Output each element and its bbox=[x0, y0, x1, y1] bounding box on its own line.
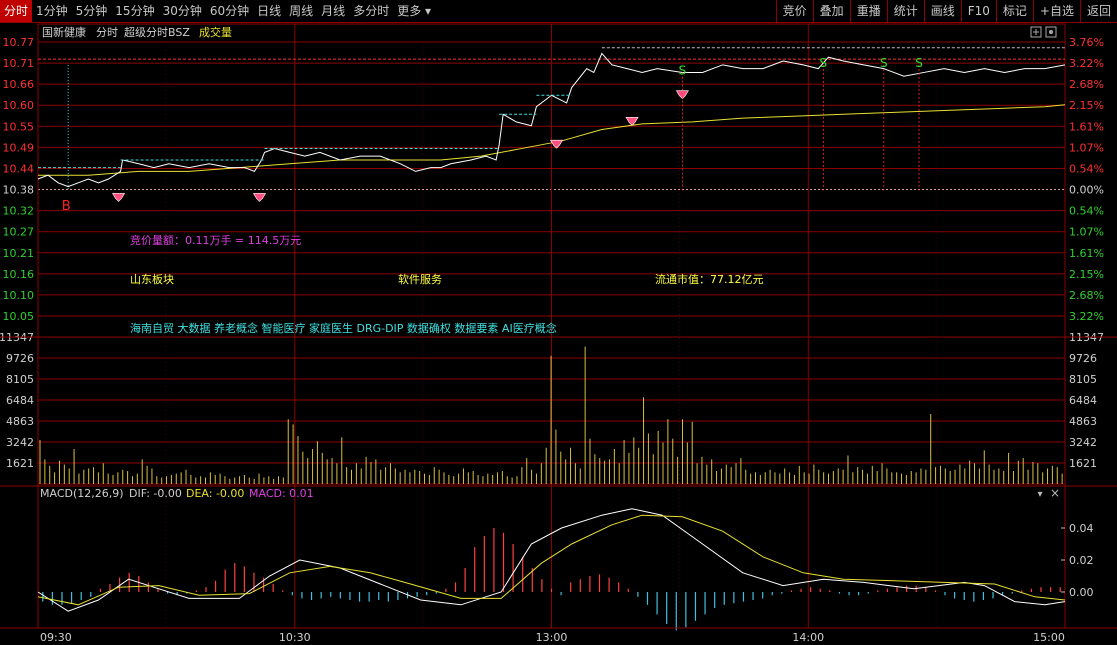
toolbar-button[interactable]: 返回 bbox=[1079, 0, 1117, 22]
volume-tick-label-right: 4863 bbox=[1069, 415, 1097, 428]
buy-label: B bbox=[62, 199, 71, 214]
period-tab[interactable]: 周线 bbox=[285, 0, 317, 22]
price-tick-label: 10.10 bbox=[3, 289, 35, 302]
pct-tick-label: 1.07% bbox=[1069, 226, 1104, 239]
right-toolbar: 竞价 叠加 重播 统计 画线 F10 标记 +自选 返回 bbox=[775, 0, 1117, 22]
period-tab[interactable]: 多分时 bbox=[349, 0, 393, 22]
volume-tick-label: 9726 bbox=[6, 352, 34, 365]
period-tab[interactable]: 30分钟 bbox=[159, 0, 206, 22]
pct-tick-label: 0.54% bbox=[1069, 162, 1104, 175]
sector-industry: 软件服务 bbox=[398, 272, 442, 286]
time-tick-label: 10:30 bbox=[279, 631, 311, 644]
toolbar-button[interactable]: 标记 bbox=[995, 0, 1033, 22]
pct-tick-label: 2.15% bbox=[1069, 268, 1104, 281]
mode-label: 分时 bbox=[96, 26, 118, 39]
sell-signal-icon: S bbox=[880, 56, 888, 70]
sector-region: 山东板块 bbox=[130, 272, 174, 286]
period-tab[interactable]: 1分钟 bbox=[32, 0, 72, 22]
intraday-chart[interactable]: 国新健康 分时 超级分时BSZ 成交量10.77 3.76%10.71 3.22%10.6… bbox=[0, 0, 1117, 645]
auction-info: 竞价量额：0.11万手 = 114.5万元 bbox=[130, 233, 301, 247]
toolbar-button[interactable]: F10 bbox=[960, 0, 996, 22]
period-tab[interactable]: 5分钟 bbox=[72, 0, 112, 22]
volume-tick-label: 8105 bbox=[6, 373, 34, 386]
macd-tick-label: 0.04 bbox=[1069, 522, 1094, 535]
toolbar-button[interactable]: 叠加 bbox=[812, 0, 850, 22]
price-tick-label: 10.49 bbox=[3, 141, 35, 154]
macd-label: MACD(12,26,9) bbox=[40, 487, 124, 500]
buy-signal-icon bbox=[112, 193, 126, 202]
time-tick-label: 14:00 bbox=[792, 631, 824, 644]
stock-name: 国新健康 bbox=[42, 25, 86, 39]
price-tick-label: 10.44 bbox=[3, 162, 35, 175]
toolbar-button[interactable]: 统计 bbox=[886, 0, 924, 22]
volume-tick-label: 1621 bbox=[6, 457, 34, 470]
pct-tick-label: 0.54% bbox=[1069, 205, 1104, 218]
sell-signal-icon: S bbox=[679, 63, 687, 77]
price-tick-label: 10.55 bbox=[3, 120, 35, 133]
volume-tick-label: 6484 bbox=[6, 394, 34, 407]
price-tick-label: 10.66 bbox=[3, 78, 35, 91]
concept-list: 海南自贸 大数据 养老概念 智能医疗 家庭医生 DRG-DIP 数据确权 数据要… bbox=[130, 321, 557, 335]
pct-tick-label: 3.22% bbox=[1069, 310, 1104, 323]
period-tab[interactable]: 15分钟 bbox=[111, 0, 158, 22]
price-tick-label: 10.32 bbox=[3, 205, 35, 218]
time-tick-label: 09:30 bbox=[40, 631, 72, 644]
pct-tick-label: 2.68% bbox=[1069, 78, 1104, 91]
volume-tick-label-right: 9726 bbox=[1069, 352, 1097, 365]
macd-tick-label: 0.02 bbox=[1069, 554, 1094, 567]
price-tick-label: 10.60 bbox=[3, 99, 35, 112]
price-tick-label: 10.05 bbox=[3, 310, 35, 323]
price-tick-label: 10.38 bbox=[3, 184, 35, 197]
pct-tick-label: 3.76% bbox=[1069, 36, 1104, 49]
macd-tick-label: 0.00 bbox=[1069, 586, 1094, 599]
period-tab[interactable]: 日线 bbox=[253, 0, 285, 22]
volume-tick-label: 4863 bbox=[6, 415, 34, 428]
macd-close-icon: × bbox=[1050, 486, 1060, 500]
macd-menu-icon: ▾ bbox=[1037, 489, 1042, 500]
toolbar-button[interactable]: +自选 bbox=[1032, 0, 1080, 22]
time-tick-label: 13:00 bbox=[536, 631, 568, 644]
settings-icon-dot bbox=[1049, 30, 1053, 34]
volume-tick-label-right: 6484 bbox=[1069, 394, 1097, 407]
price-tick-label: 10.71 bbox=[3, 57, 35, 70]
volume-tick-label: 3242 bbox=[6, 436, 34, 449]
period-tab[interactable]: 月线 bbox=[317, 0, 349, 22]
pct-tick-label: 1.61% bbox=[1069, 120, 1104, 133]
macd-dea: DEA: -0.00 bbox=[186, 487, 244, 500]
price-tick-label: 10.16 bbox=[3, 268, 35, 281]
pct-tick-label: 1.07% bbox=[1069, 141, 1104, 154]
pct-tick-label: 0.00% bbox=[1069, 184, 1104, 197]
pct-tick-label: 3.22% bbox=[1069, 57, 1104, 70]
price-tick-label: 10.21 bbox=[3, 247, 35, 260]
period-tab[interactable]: 60分钟 bbox=[206, 0, 253, 22]
period-tab[interactable]: 分时 bbox=[0, 0, 33, 22]
pct-tick-label: 1.61% bbox=[1069, 247, 1104, 260]
macd-dif: DIF: -0.00 bbox=[129, 487, 182, 500]
indicator-label: 超级分时BSZ bbox=[124, 25, 190, 39]
toolbar-button[interactable]: 竞价 bbox=[775, 0, 813, 22]
toolbar-button[interactable]: 画线 bbox=[923, 0, 961, 22]
buy-signal-icon bbox=[252, 193, 267, 202]
sell-signal-icon: S bbox=[915, 56, 923, 70]
buy-signal-icon bbox=[625, 117, 639, 126]
sell-signal-icon: S bbox=[820, 56, 828, 70]
price-tick-label: 10.27 bbox=[3, 226, 35, 239]
toolbar-button[interactable]: 重播 bbox=[849, 0, 887, 22]
price-tick-label: 10.77 bbox=[3, 36, 35, 49]
period-tabs: 分时 1分钟 5分钟 15分钟 30分钟 60分钟 日线 周线 月线 多分时 更多 ▾ bbox=[0, 0, 435, 22]
macd-value: MACD: 0.01 bbox=[249, 487, 314, 500]
volume-indicator-label: 成交量 bbox=[199, 25, 232, 39]
period-toolbar: 分时 1分钟 5分钟 15分钟 30分钟 60分钟 日线 周线 月线 多分时 更多 ▾ 竞价 叠加 重播… bbox=[0, 0, 1117, 23]
pct-tick-label: 2.68% bbox=[1069, 289, 1104, 302]
period-tab[interactable]: 更多 ▾ bbox=[393, 0, 435, 22]
volume-tick-label-right: 3242 bbox=[1069, 436, 1097, 449]
time-tick-label: 15:00 bbox=[1033, 631, 1065, 644]
volume-tick-label-right: 1621 bbox=[1069, 457, 1097, 470]
volume-tick-label-right: 8105 bbox=[1069, 373, 1097, 386]
float-cap: 流通市值：77.12亿元 bbox=[655, 272, 764, 286]
pct-tick-label: 2.15% bbox=[1069, 99, 1104, 112]
